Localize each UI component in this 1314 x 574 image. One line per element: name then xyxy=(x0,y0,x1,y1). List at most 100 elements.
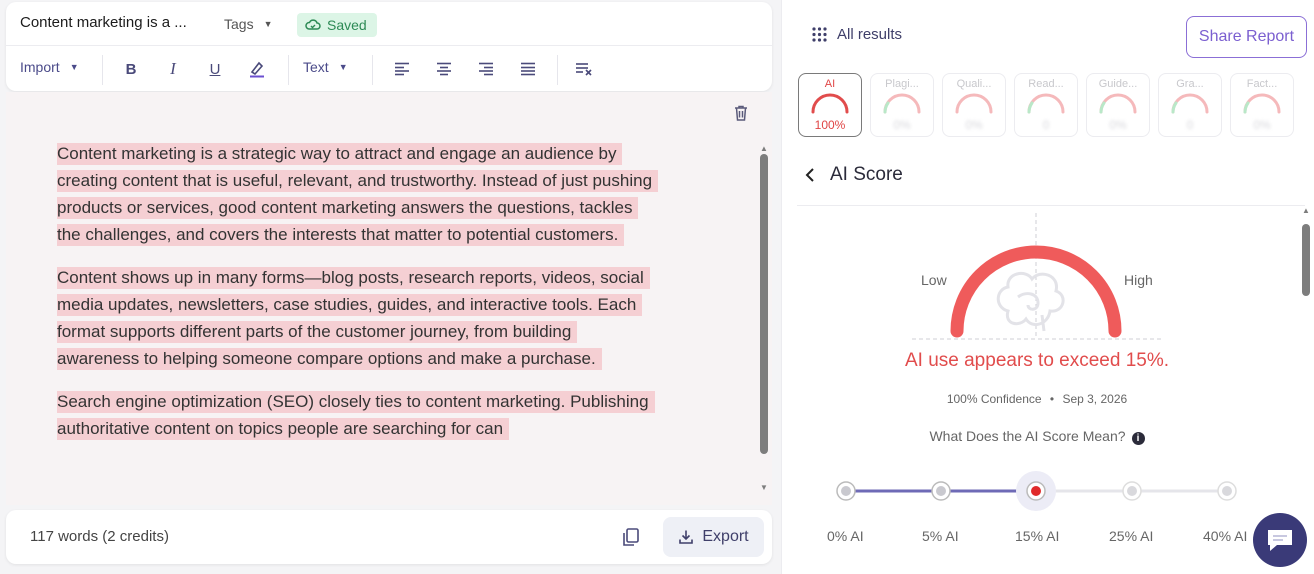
mini-gauge-icon xyxy=(883,93,921,114)
editor-scrollbar[interactable]: ▲ ▼ xyxy=(760,144,768,492)
document-row: Content marketing is a ... Tags ▼ Saved xyxy=(6,2,772,46)
scale-point-1 xyxy=(931,481,951,501)
results-panel: All results Share Report AI 100% Plagi..… xyxy=(781,0,1314,574)
share-report-button[interactable]: Share Report xyxy=(1186,16,1307,58)
scale-label: 40% AI xyxy=(1203,528,1248,544)
cloud-check-icon xyxy=(305,19,321,30)
tile-value: 0% xyxy=(1253,118,1271,132)
caret-down-icon: ▼ xyxy=(69,62,79,72)
tile-value: 0% xyxy=(1109,118,1127,132)
tile-quality[interactable]: Quali... 0% xyxy=(942,73,1006,137)
ai-score-header: AI Score xyxy=(797,150,1305,206)
document-title[interactable]: Content marketing is a ... xyxy=(20,14,187,31)
scroll-up-icon[interactable]: ▲ xyxy=(760,144,768,153)
divider xyxy=(372,55,373,85)
align-justify-button[interactable] xyxy=(515,57,541,81)
scale-label: 25% AI xyxy=(1109,528,1154,544)
highlighted-text: Content shows up in many forms—blog post… xyxy=(57,267,650,370)
result-meta: 100% Confidence • Sep 3, 2026 xyxy=(782,392,1292,406)
import-label: Import xyxy=(20,59,60,75)
tile-name: Guide... xyxy=(1098,78,1138,90)
scrollbar-thumb[interactable] xyxy=(760,154,768,454)
bullet-separator: • xyxy=(1049,392,1055,406)
align-center-icon xyxy=(437,62,451,76)
chat-button[interactable] xyxy=(1253,513,1307,567)
score-gauge xyxy=(912,213,1162,340)
tile-readability[interactable]: Read... 0 xyxy=(1014,73,1078,137)
ai-scale-track xyxy=(836,471,1237,511)
bold-button[interactable]: B xyxy=(118,57,144,81)
all-results-label: All results xyxy=(837,26,903,43)
word-count: 117 words (2 credits) xyxy=(30,528,169,545)
tile-name: AI xyxy=(824,78,836,90)
underline-button[interactable]: U xyxy=(202,57,228,81)
scale-label: 5% AI xyxy=(922,528,959,544)
divider xyxy=(102,55,103,85)
score-tiles: AI 100% Plagi... 0% Quali... 0% Read... … xyxy=(798,73,1294,137)
clear-format-button[interactable] xyxy=(571,57,597,81)
paragraph: Content marketing is a strategic way to … xyxy=(57,140,659,248)
scrollbar-thumb[interactable] xyxy=(1302,224,1310,296)
info-icon[interactable]: i xyxy=(1131,432,1145,445)
highlighted-text: Content marketing is a strategic way to … xyxy=(57,143,659,246)
ai-score-detail: Low High AI use appears to exceed 15%. 1… xyxy=(782,207,1314,574)
tile-name: Gra... xyxy=(1176,78,1204,90)
italic-button[interactable]: I xyxy=(160,57,186,81)
mini-gauge-icon xyxy=(955,93,993,114)
align-right-icon xyxy=(479,62,493,76)
download-icon xyxy=(679,530,694,544)
score-meaning-label: What Does the AI Score Mean? xyxy=(929,428,1126,444)
tile-fact-check[interactable]: Fact... 0% xyxy=(1230,73,1294,137)
scroll-up-icon[interactable]: ▲ xyxy=(1302,206,1310,215)
tile-name: Fact... xyxy=(1246,78,1278,90)
align-right-button[interactable] xyxy=(473,57,499,81)
divider xyxy=(557,55,558,85)
copy-icon[interactable] xyxy=(620,526,642,548)
tile-value: 0 xyxy=(1042,118,1050,132)
scroll-down-icon[interactable]: ▼ xyxy=(760,483,768,492)
scale-label: 15% AI xyxy=(1015,528,1060,544)
highlighter-button[interactable] xyxy=(244,57,270,81)
import-dropdown[interactable]: Import ▼ xyxy=(20,59,79,75)
editor-header: Content marketing is a ... Tags ▼ Saved I… xyxy=(6,2,772,91)
editor-content-area[interactable]: Content marketing is a strategic way to … xyxy=(6,92,772,505)
tile-value: 0% xyxy=(965,118,983,132)
brain-icon xyxy=(996,271,1065,332)
tile-name: Quali... xyxy=(956,78,992,90)
scale-point-4 xyxy=(1217,481,1237,501)
align-justify-icon xyxy=(521,62,535,76)
text-style-dropdown[interactable]: Text ▼ xyxy=(303,59,348,75)
result-date: Sep 3, 2026 xyxy=(1062,392,1128,406)
tile-value: 100% xyxy=(814,118,846,132)
clear-format-icon xyxy=(576,63,592,76)
ai-result-text: AI use appears to exceed 15%. xyxy=(904,350,1170,371)
export-button[interactable]: Export xyxy=(663,517,764,557)
caret-down-icon: ▼ xyxy=(263,19,273,29)
all-results-link[interactable]: All results xyxy=(812,26,902,43)
tags-dropdown[interactable]: Tags ▼ xyxy=(224,16,273,32)
tile-plagiarism[interactable]: Plagi... 0% xyxy=(870,73,934,137)
document-text[interactable]: Content marketing is a strategic way to … xyxy=(57,140,659,458)
caret-down-icon: ▼ xyxy=(338,62,348,72)
ai-score-title: AI Score xyxy=(830,164,903,185)
highlighted-text: Search engine optimization (SEO) closely… xyxy=(57,391,655,440)
align-left-icon xyxy=(395,62,409,76)
divider xyxy=(288,55,289,85)
trash-icon[interactable] xyxy=(732,104,750,122)
format-toolbar: Import ▼ B I U Text ▼ xyxy=(6,47,772,91)
align-left-button[interactable] xyxy=(389,57,415,81)
gauge-low-label: Low xyxy=(921,272,947,288)
align-center-button[interactable] xyxy=(431,57,457,81)
mini-gauge-icon xyxy=(1171,93,1209,114)
scale-point-0 xyxy=(836,481,856,501)
tile-grammar[interactable]: Gra... 0 xyxy=(1158,73,1222,137)
scale-point-3 xyxy=(1122,481,1142,501)
scale-label: 0% AI xyxy=(827,528,864,544)
panel-scrollbar[interactable]: ▲ xyxy=(1302,206,1310,572)
chevron-left-icon[interactable] xyxy=(805,166,815,187)
score-meaning-link[interactable]: What Does the AI Score Mean? i xyxy=(782,428,1292,445)
scale-point-2-selected xyxy=(1026,481,1046,501)
tile-guidelines[interactable]: Guide... 0% xyxy=(1086,73,1150,137)
tile-ai[interactable]: AI 100% xyxy=(798,73,862,137)
editor-footer: 117 words (2 credits) Export xyxy=(6,510,772,564)
